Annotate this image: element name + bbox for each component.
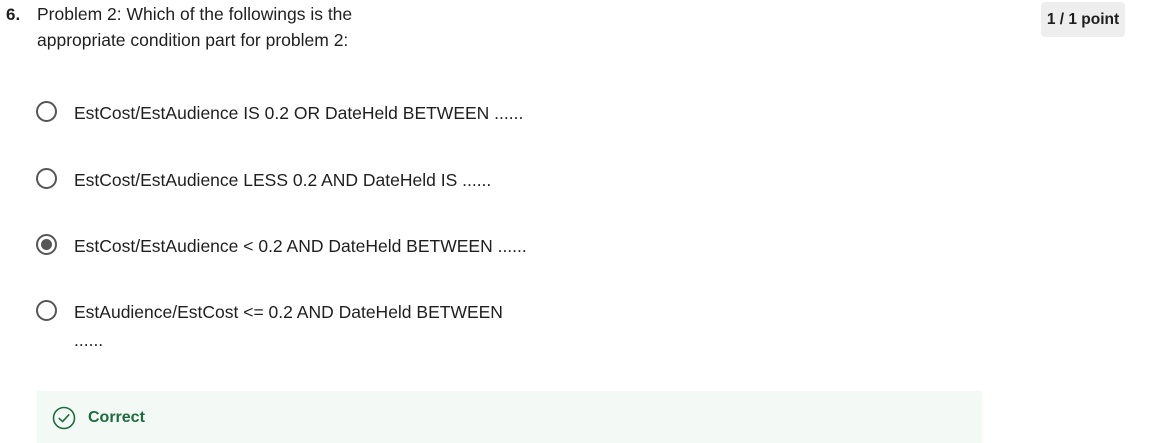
- points-badge: 1 / 1 point: [1041, 2, 1125, 37]
- question-text-line-2: appropriate condition part for problem 2…: [37, 30, 349, 50]
- radio-button[interactable]: [36, 168, 57, 189]
- question-text-line-1: Problem 2: Which of the followings is th…: [37, 4, 353, 24]
- radio-button[interactable]: [36, 101, 57, 122]
- option-label: EstCost/EstAudience < 0.2 AND DateHeld B…: [74, 236, 527, 256]
- option-label: EstCost/EstAudience LESS 0.2 AND DateHel…: [74, 170, 492, 190]
- question-number: 6.: [6, 5, 21, 24]
- question-text: Problem 2: Which of the followings is th…: [37, 1, 437, 53]
- feedback-label: Correct: [88, 409, 145, 426]
- option-label: EstCost/EstAudience IS 0.2 OR DateHeld B…: [74, 103, 524, 123]
- check-circle-icon: [52, 406, 76, 430]
- radio-button-selected[interactable]: [36, 234, 57, 255]
- option-label: EstAudience/EstCost <= 0.2 AND DateHeld …: [74, 302, 503, 350]
- quiz-question: 6. Problem 2: Which of the followings is…: [0, 0, 1157, 443]
- radio-button[interactable]: [36, 300, 57, 321]
- feedback-banner: Correct: [37, 391, 982, 443]
